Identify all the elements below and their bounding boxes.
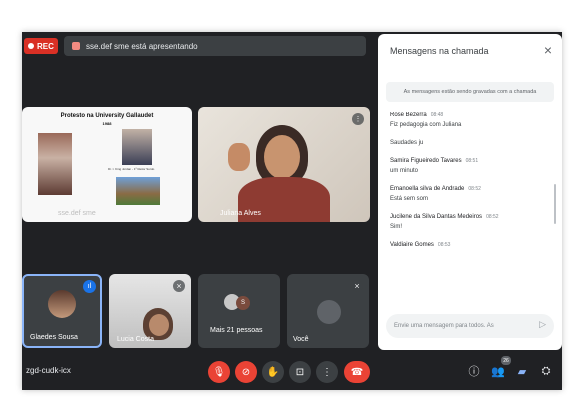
message-time: 08:52 xyxy=(486,214,499,220)
message-text: Sim! xyxy=(390,224,402,230)
present-screen-icon[interactable]: ⊡ xyxy=(289,361,311,383)
chat-panel: Mensagens na chamada × As mensagens estã… xyxy=(378,34,562,350)
chat-message: Jucilene da Silva Dantas Medeiros 08:52 S… xyxy=(390,214,552,230)
message-text: Saudades ju xyxy=(390,140,424,146)
participant-face xyxy=(149,314,169,336)
mic-off-icon[interactable]: 🎙 xyxy=(208,361,230,383)
message-time: 08:51 xyxy=(465,158,479,164)
mic-off-icon: ⨯ xyxy=(351,280,363,292)
message-text: Está sem som xyxy=(390,196,429,202)
participant-tile-lucia[interactable]: ⨯ Lucia Costa xyxy=(109,274,191,348)
presenting-text: sse.def sme está apresentando xyxy=(86,41,198,51)
send-icon[interactable]: ▷ xyxy=(539,319,546,330)
message-time: 08:53 xyxy=(437,242,451,248)
participant-tile-juliana[interactable]: ⋮ Juliana Alves xyxy=(198,107,370,222)
meeting-code: zgd-cudk-icx xyxy=(26,366,71,375)
bottom-bar: zgd-cudk-icx 🎙 ⊘ ✋ ⊡ ⋮ ☎ ⓘ 👥 26 ▰ ⛭ xyxy=(22,354,562,390)
recording-indicator: REC xyxy=(24,38,58,54)
message-author: Emanoella silva de Andrade xyxy=(390,186,465,192)
record-dot-icon xyxy=(28,43,34,49)
chat-notice: As mensagens estão sendo gravadas com a … xyxy=(386,82,554,102)
hangup-icon[interactable]: ☎ xyxy=(344,361,370,383)
speaking-indicator-icon: ıl xyxy=(83,280,96,293)
chat-message: Rose Bezerra 08:48 Fiz pedagogia com Juli… xyxy=(390,112,552,146)
slide-photo-portrait xyxy=(122,129,152,165)
avatar-letter: S xyxy=(236,296,250,310)
chat-icon[interactable]: ▰ xyxy=(514,363,530,379)
message-author: Jucilene da Silva Dantas Medeiros xyxy=(390,214,483,220)
camera-off-icon[interactable]: ⊘ xyxy=(235,361,257,383)
raise-hand-icon[interactable]: ✋ xyxy=(262,361,284,383)
chat-message: Valdiaire Gomes 08:53 xyxy=(390,242,552,248)
close-icon[interactable]: × xyxy=(544,42,552,58)
more-icon[interactable]: ⋮ xyxy=(352,113,364,125)
message-text: um minuto xyxy=(390,168,419,174)
chat-input[interactable]: Envie uma mensagem para todos. As ▷ xyxy=(386,314,554,338)
presenter-label: sse.def sme xyxy=(58,210,96,217)
more-participants-label: Mais 21 pessoas xyxy=(210,327,263,334)
participant-name: Juliana Alves xyxy=(220,210,261,217)
thumbs-up-hand xyxy=(228,143,250,171)
participants-count-badge: 26 xyxy=(501,356,511,365)
meet-window: REC sse.def sme está apresentando Protes… xyxy=(22,32,562,390)
avatar xyxy=(48,290,76,318)
people-icon[interactable]: 👥 xyxy=(490,363,506,379)
message-time: 08:48 xyxy=(430,112,444,118)
more-options-icon[interactable]: ⋮ xyxy=(316,361,338,383)
mic-off-icon: ⨯ xyxy=(173,280,185,292)
participant-name: Você xyxy=(293,336,309,343)
chat-message: Emanoella silva de Andrade 08:52 Está sem… xyxy=(390,186,552,202)
message-author: Samira Figueiredo Tavares xyxy=(390,158,462,164)
activities-icon[interactable]: ⛭ xyxy=(538,363,554,379)
participant-face xyxy=(264,135,300,179)
participant-name: Lucia Costa xyxy=(117,336,154,343)
participant-name: Glaedes Sousa xyxy=(30,334,78,341)
slide-body-text: Dr. I. King Jordan - 1º Reitor Surdo xyxy=(108,167,155,171)
chat-message: Samira Figueiredo Tavares 08:51 um minuto xyxy=(390,158,552,174)
slide-title: Protesto na University Gallaudet 1988 xyxy=(22,113,192,126)
top-bar: REC sse.def sme está apresentando xyxy=(22,32,377,60)
slide-photo-building xyxy=(116,177,160,205)
chat-scrollbar[interactable] xyxy=(554,184,556,224)
message-author: Valdiaire Gomes xyxy=(390,242,434,248)
chat-title: Mensagens na chamada xyxy=(390,46,489,56)
present-icon xyxy=(72,42,80,50)
more-participants-tile[interactable]: S Mais 21 pessoas xyxy=(198,274,280,348)
avatar xyxy=(317,300,341,324)
info-icon[interactable]: ⓘ xyxy=(466,363,482,379)
presentation-tile[interactable]: Protesto na University Gallaudet 1988 Dr… xyxy=(22,107,192,222)
participant-tile-glaedes[interactable]: ıl Glaedes Sousa xyxy=(22,274,102,348)
self-tile[interactable]: ⨯ Você xyxy=(287,274,369,348)
rec-label: REC xyxy=(37,41,54,51)
message-author: Rose Bezerra xyxy=(390,112,427,118)
presenting-banner: sse.def sme está apresentando xyxy=(64,36,366,56)
message-time: 08:52 xyxy=(468,186,481,192)
slide-photo-protest xyxy=(38,133,72,195)
chat-input-placeholder: Envie uma mensagem para todos. As xyxy=(394,323,494,329)
chat-messages: Rose Bezerra 08:48 Fiz pedagogia com Juli… xyxy=(390,112,552,302)
slide-year: 1988 xyxy=(102,121,112,126)
